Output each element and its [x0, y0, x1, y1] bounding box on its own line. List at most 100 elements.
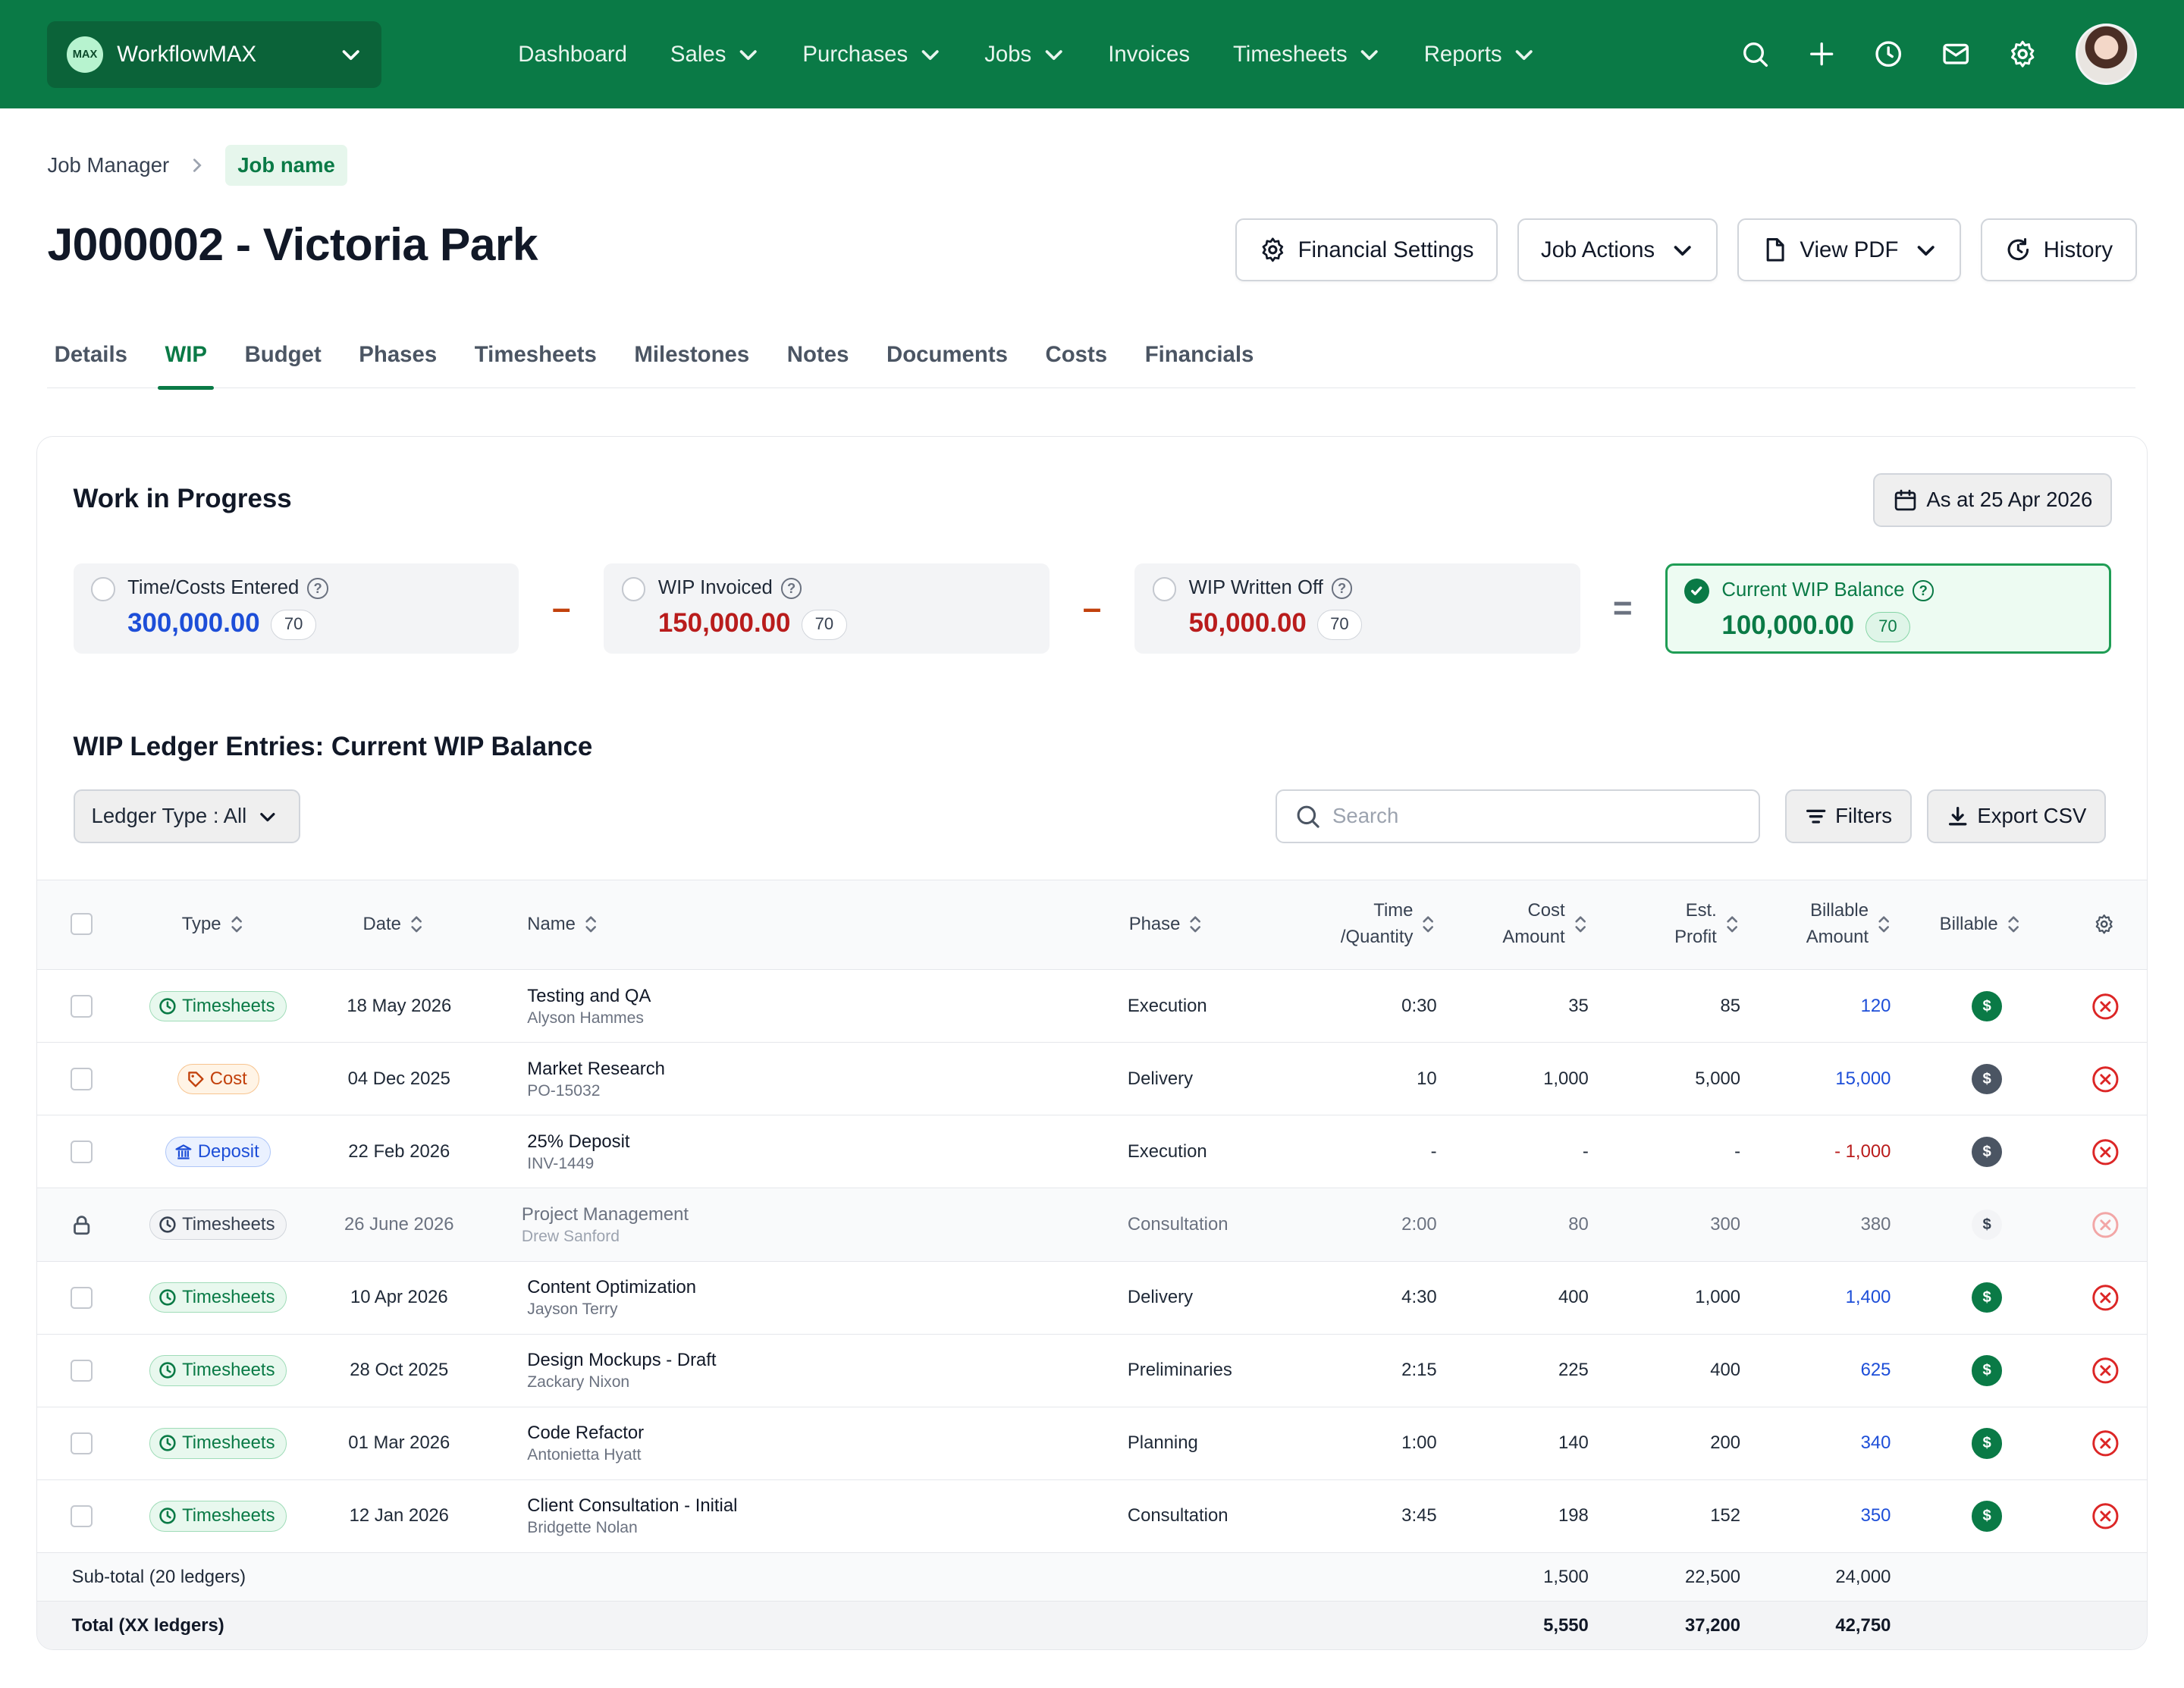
summary-time-costs-entered[interactable]: Time/Costs Entered? 300,000.00 70 [73, 563, 519, 654]
remove-x-circle-icon[interactable] [2091, 1065, 2120, 1093]
row-checkbox[interactable] [70, 1504, 93, 1528]
entry-name[interactable]: Market Research [527, 1057, 665, 1081]
remove-x-circle-icon[interactable] [2091, 1284, 2120, 1312]
table-row[interactable]: Deposit 22 Feb 2026 25% Deposit INV-1449 Exe… [36, 1115, 2148, 1189]
entry-name[interactable]: Client Consultation - Initial [527, 1494, 737, 1517]
nav-link-sales[interactable]: Sales [670, 42, 760, 67]
dollar-icon[interactable]: $ [1971, 1355, 2003, 1386]
column-phase[interactable]: Phase [1129, 880, 1203, 968]
tab-milestones[interactable]: Milestones [627, 340, 756, 388]
tab-timesheets[interactable]: Timesheets [468, 340, 604, 388]
table-row[interactable]: Timesheets 18 May 2026 Testing and QA Alyso… [36, 970, 2148, 1043]
tab-details[interactable]: Details [47, 340, 134, 388]
table-row[interactable]: Timesheets 01 Mar 2026 Code Refactor Antoni… [36, 1407, 2148, 1480]
row-checkbox[interactable] [70, 1432, 93, 1455]
export-csv-button[interactable]: Export CSV [1927, 789, 2107, 844]
column-settings-button[interactable] [2093, 880, 2115, 968]
dollar-icon[interactable]: $ [1971, 1428, 2003, 1459]
clock-icon[interactable] [1872, 38, 1906, 71]
nav-link-purchases[interactable]: Purchases [802, 42, 941, 67]
billable-amount-cell[interactable]: 350 [1747, 1480, 1891, 1553]
summary-radio[interactable] [622, 577, 646, 601]
billable-amount-cell[interactable]: 120 [1747, 970, 1891, 1043]
filters-button[interactable]: Filters [1784, 789, 1912, 844]
column-date[interactable]: Date [363, 880, 424, 968]
help-icon[interactable]: ? [1913, 580, 1934, 601]
summary-wip-written-off[interactable]: WIP Written Off? 50,000.00 70 [1134, 563, 1580, 654]
billable-amount-cell[interactable]: 625 [1747, 1335, 1891, 1407]
column-billable-amount[interactable]: Billable Amount [1747, 880, 1891, 968]
entry-name[interactable]: Design Mockups - Draft [527, 1348, 716, 1372]
column-billable[interactable]: Billable [1940, 880, 2020, 968]
dollar-icon[interactable]: $ [1971, 1063, 2003, 1095]
search-icon[interactable] [1738, 38, 1771, 71]
help-icon[interactable]: ? [1331, 578, 1353, 599]
nav-link-invoices[interactable]: Invoices [1108, 42, 1190, 67]
select-all-checkbox[interactable] [70, 913, 93, 936]
remove-x-circle-icon[interactable] [2091, 1211, 2120, 1239]
billable-amount-cell[interactable]: 340 [1747, 1407, 1891, 1480]
column-est-profit[interactable]: Est. Profit [1597, 880, 1739, 968]
summary-current-wip-balance[interactable]: Current WIP Balance? 100,000.00 70 [1665, 563, 2111, 654]
row-checkbox[interactable] [70, 1140, 93, 1163]
summary-radio[interactable] [1152, 577, 1177, 601]
view-pdf-button[interactable]: View PDF [1737, 218, 1962, 281]
table-row[interactable]: Cost 04 Dec 2025 Market Research PO-15032 De… [36, 1043, 2148, 1116]
nav-link-reports[interactable]: Reports [1424, 42, 1536, 67]
as-at-date-button[interactable]: As at 25 Apr 2026 [1873, 472, 2113, 528]
nav-link-timesheets[interactable]: Timesheets [1233, 42, 1381, 67]
dollar-icon[interactable]: $ [1971, 990, 2003, 1022]
nav-link-jobs[interactable]: Jobs [984, 42, 1065, 67]
column-name[interactable]: Name [527, 880, 598, 968]
entry-name[interactable]: Testing and QA [527, 984, 651, 1008]
remove-x-circle-icon[interactable] [2091, 1138, 2120, 1166]
tab-financials[interactable]: Financials [1138, 340, 1261, 388]
tab-wip[interactable]: WIP [158, 340, 215, 391]
entry-name[interactable]: Content Optimization [527, 1275, 696, 1299]
help-icon[interactable]: ? [780, 578, 802, 599]
entry-name[interactable]: Project Management [522, 1203, 689, 1226]
financial-settings-button[interactable]: Financial Settings [1235, 218, 1498, 281]
help-icon[interactable]: ? [307, 578, 328, 599]
summary-radio[interactable] [91, 577, 115, 601]
tab-costs[interactable]: Costs [1038, 340, 1114, 388]
remove-x-circle-icon[interactable] [2091, 993, 2120, 1021]
table-row[interactable]: Timesheets 12 Jan 2026 Client Consultation… [36, 1480, 2148, 1553]
search-input[interactable] [1332, 804, 1723, 829]
billable-amount-cell[interactable]: 1,400 [1747, 1262, 1891, 1335]
entry-name[interactable]: 25% Deposit [527, 1130, 629, 1153]
row-checkbox[interactable] [70, 1068, 93, 1090]
table-row[interactable]: Timesheets 26 June 2026 Project Management… [36, 1188, 2148, 1262]
remove-x-circle-icon[interactable] [2091, 1429, 2120, 1457]
user-avatar[interactable] [2075, 24, 2137, 86]
organisation-switcher[interactable]: MAX WorkflowMAX [47, 20, 382, 88]
history-button[interactable]: History [1980, 218, 2137, 281]
job-actions-button[interactable]: Job Actions [1517, 218, 1718, 281]
row-checkbox[interactable] [70, 1286, 93, 1309]
ledger-type-dropdown[interactable]: Ledger Type : All [73, 789, 300, 844]
tab-budget[interactable]: Budget [237, 340, 328, 388]
table-row[interactable]: Timesheets 10 Apr 2026 Content Optimizatio… [36, 1262, 2148, 1335]
breadcrumb-job-manager[interactable]: Job Manager [47, 153, 169, 177]
summary-wip-invoiced[interactable]: WIP Invoiced? 150,000.00 70 [604, 563, 1050, 654]
dollar-icon[interactable]: $ [1971, 1501, 2003, 1532]
gear-icon[interactable] [2006, 38, 2039, 71]
mail-icon[interactable] [1939, 38, 1972, 71]
nav-link-dashboard[interactable]: Dashboard [518, 42, 627, 67]
plus-icon[interactable] [1805, 38, 1838, 71]
column-type[interactable]: Type [182, 880, 243, 968]
tab-documents[interactable]: Documents [880, 340, 1015, 388]
entry-name[interactable]: Code Refactor [527, 1421, 644, 1445]
row-checkbox[interactable] [70, 1359, 93, 1382]
row-checkbox[interactable] [70, 995, 93, 1018]
tab-phases[interactable]: Phases [352, 340, 444, 388]
column-time-quantity[interactable]: Time/Quantity [1291, 880, 1436, 968]
remove-x-circle-icon[interactable] [2091, 1357, 2120, 1385]
billable-amount-cell[interactable]: 15,000 [1747, 1043, 1891, 1115]
table-row[interactable]: Timesheets 28 Oct 2025 Design Mockups - Dr… [36, 1335, 2148, 1407]
tab-notes[interactable]: Notes [780, 340, 856, 388]
column-cost-amount[interactable]: Cost Amount [1444, 880, 1587, 968]
dollar-icon[interactable]: $ [1971, 1282, 2003, 1313]
dollar-icon[interactable]: $ [1971, 1136, 2003, 1168]
dollar-icon[interactable]: $ [1971, 1210, 2003, 1241]
